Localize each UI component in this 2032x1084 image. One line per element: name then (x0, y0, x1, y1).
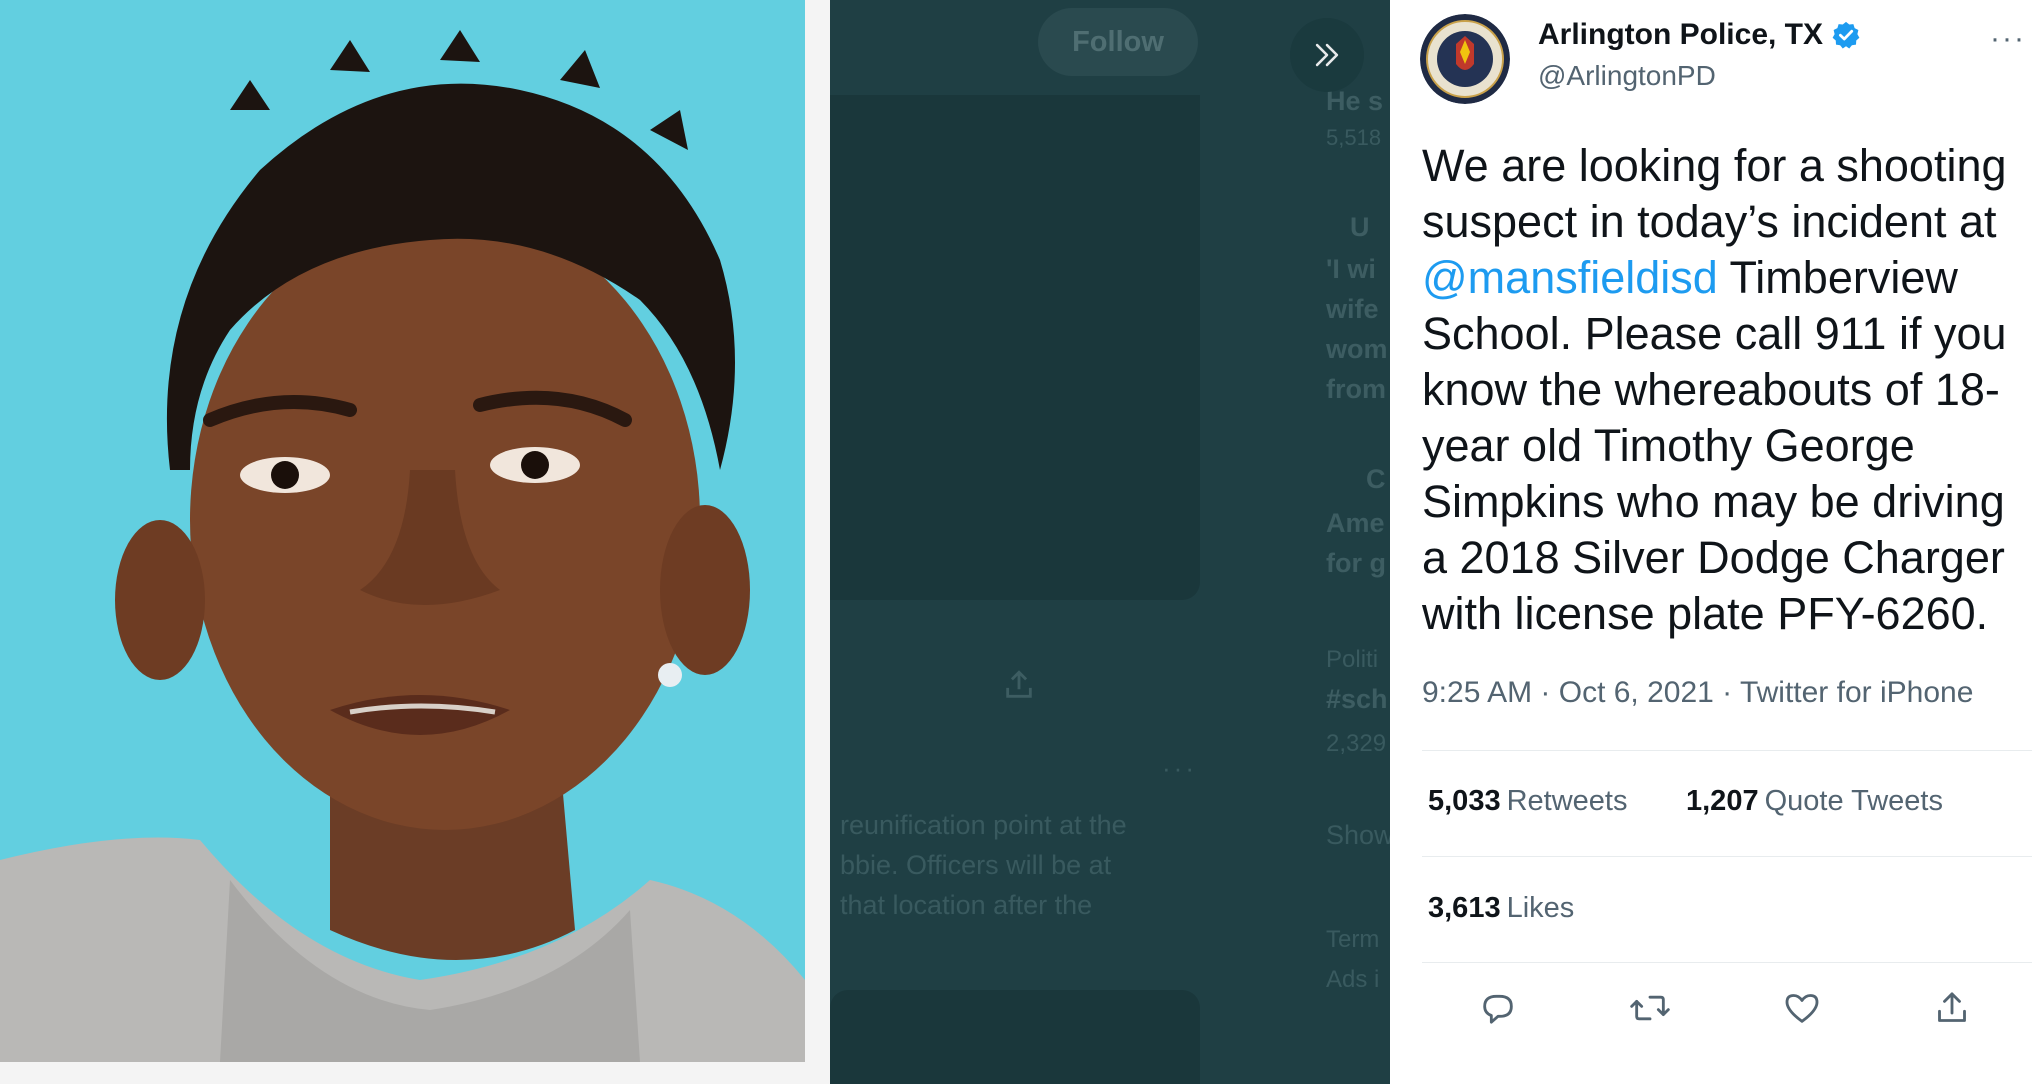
background-card (830, 990, 1200, 1084)
author-handle[interactable]: @ArlingtonPD (1538, 60, 1716, 92)
background-text-line: Term (1326, 926, 1380, 953)
divider (1422, 856, 2032, 857)
likes-label: Likes (1506, 892, 1575, 924)
expand-button[interactable] (1290, 18, 1364, 92)
retweet-icon (1630, 995, 1670, 1021)
author-avatar[interactable] (1420, 14, 1510, 104)
quote-tweets-count: 1,207 (1686, 785, 1759, 817)
background-text-line: C (1366, 464, 1386, 494)
likes-stat[interactable]: 3,613 Likes (1428, 892, 1574, 925)
share-icon (1002, 668, 1036, 707)
background-text-line: Ads i (1326, 966, 1380, 993)
background-text-line: that location after the (840, 890, 1093, 920)
more-icon[interactable]: ··· (1990, 22, 2026, 56)
tweet-timestamp[interactable]: 9:25 AM · Oct 6, 2021 · Twitter for iPho… (1422, 676, 1973, 710)
quote-tweets-stat[interactable]: 1,207 Quote Tweets (1686, 785, 1943, 818)
more-icon: ··· (1162, 753, 1197, 783)
divider (1422, 750, 2032, 751)
retweets-stat[interactable]: 5,033 Retweets (1428, 785, 1627, 818)
quote-tweets-label: Quote Tweets (1764, 785, 1943, 817)
suspect-photo (0, 0, 830, 1084)
retweet-button[interactable] (1622, 980, 1678, 1036)
mention-link[interactable]: @mansfieldisd (1422, 252, 1718, 303)
retweets-count: 5,033 (1428, 785, 1501, 817)
author-name[interactable]: Arlington Police, TX (1538, 18, 1823, 52)
tweet-body: We are looking for a shooting suspect in… (1422, 138, 2028, 642)
background-text-line: 2,329 (1326, 730, 1387, 757)
author-name-row[interactable]: Arlington Police, TX (1538, 18, 1861, 52)
background-text-line: Ame (1326, 508, 1385, 538)
suspect-photo-image (0, 0, 830, 1084)
background-text-line: bbie. Officers will be at (840, 850, 1112, 880)
reply-button[interactable] (1470, 980, 1526, 1036)
tweet-detail: Arlington Police, TX @ArlingtonPD ··· We… (1390, 0, 2032, 1084)
double-chevron-right-icon (1315, 43, 1339, 67)
background-text-line: U (1350, 212, 1370, 242)
background-text-line: from (1326, 374, 1386, 404)
verified-badge-icon (1832, 21, 1860, 49)
tweet-text: Timberview School. Please call 911 if yo… (1422, 252, 2007, 639)
follow-button[interactable]: Follow (1038, 8, 1198, 76)
background-text-line: wom (1326, 334, 1388, 364)
share-button[interactable] (1924, 980, 1980, 1036)
retweets-label: Retweets (1506, 785, 1628, 817)
background-media-preview (830, 95, 1200, 600)
like-icon (1785, 994, 1819, 1023)
background-text-line: reunification point at the (840, 810, 1127, 840)
background-text-line: wife (1326, 294, 1379, 324)
divider (1422, 962, 2032, 963)
dimmed-background-page: reunification point at the bbie. Officer… (830, 0, 1390, 1084)
like-button[interactable] (1774, 980, 1830, 1036)
background-text-line: Show (1326, 820, 1390, 850)
likes-count: 3,613 (1428, 892, 1501, 924)
share-icon (1938, 992, 1966, 1022)
background-text-line: for g (1326, 548, 1386, 578)
background-text-line: 5,518 (1326, 125, 1382, 150)
tweet-text: We are looking for a shooting suspect in… (1422, 140, 2007, 247)
background-text-line: 'I wi (1326, 254, 1376, 284)
background-text-line: #sch (1326, 684, 1388, 714)
background-text-line: Politi (1326, 646, 1379, 673)
reply-icon (1483, 994, 1513, 1024)
